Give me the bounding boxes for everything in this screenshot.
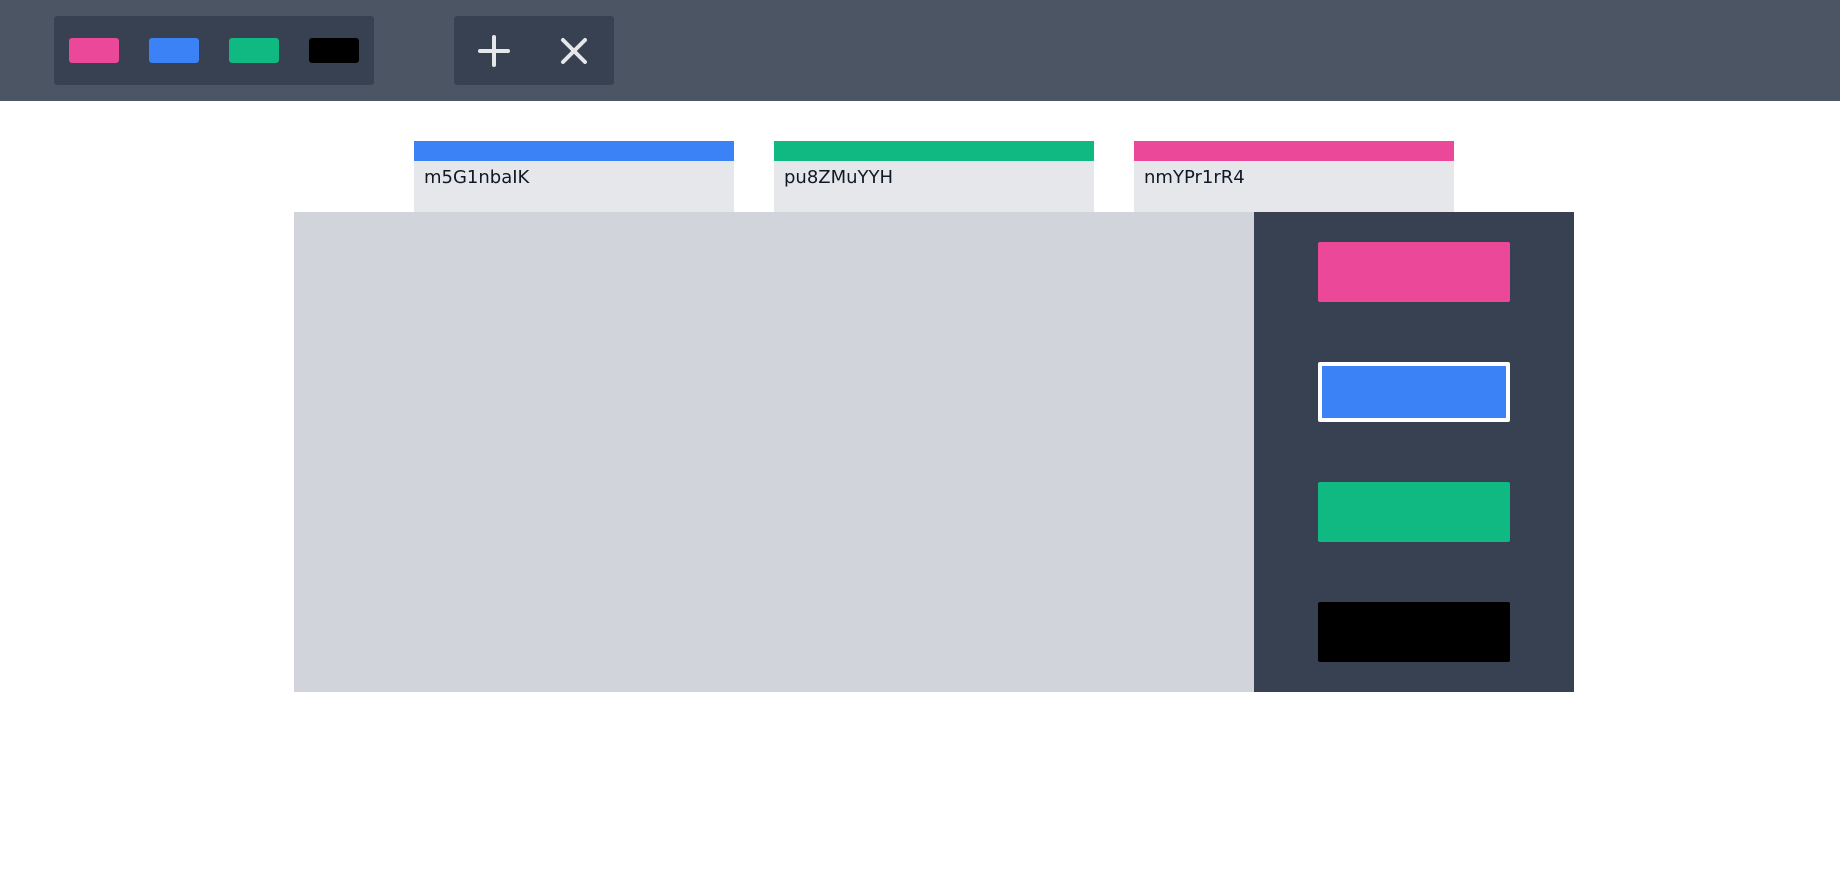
- plus-icon: [478, 35, 510, 67]
- close-icon: [561, 38, 587, 64]
- palette-swatch-black[interactable]: [1318, 602, 1510, 662]
- action-button-group: [454, 16, 614, 85]
- tab-label: m5G1nbaIK: [424, 167, 530, 188]
- add-button[interactable]: [469, 28, 519, 74]
- top-toolbar: [0, 0, 1840, 101]
- color-swatch-group: [54, 16, 374, 85]
- tab-color-stripe: [1134, 141, 1454, 161]
- close-button[interactable]: [549, 28, 599, 74]
- tab-0[interactable]: m5G1nbaIK: [414, 141, 734, 212]
- tab-label: nmYPr1rR4: [1144, 167, 1245, 188]
- swatch-pink[interactable]: [69, 38, 119, 63]
- palette-swatch-green[interactable]: [1318, 482, 1510, 542]
- tab-color-stripe: [414, 141, 734, 161]
- tab-color-stripe: [774, 141, 1094, 161]
- drawing-canvas[interactable]: [294, 212, 1254, 692]
- palette-swatch-pink[interactable]: [1318, 242, 1510, 302]
- tab-2[interactable]: nmYPr1rR4: [1134, 141, 1454, 212]
- tab-1[interactable]: pu8ZMuYYH: [774, 141, 1094, 212]
- tab-label: pu8ZMuYYH: [784, 167, 894, 188]
- swatch-blue[interactable]: [149, 38, 199, 63]
- swatch-green[interactable]: [229, 38, 279, 63]
- color-palette-panel: [1254, 212, 1574, 692]
- palette-swatch-blue[interactable]: [1318, 362, 1510, 422]
- swatch-black[interactable]: [309, 38, 359, 63]
